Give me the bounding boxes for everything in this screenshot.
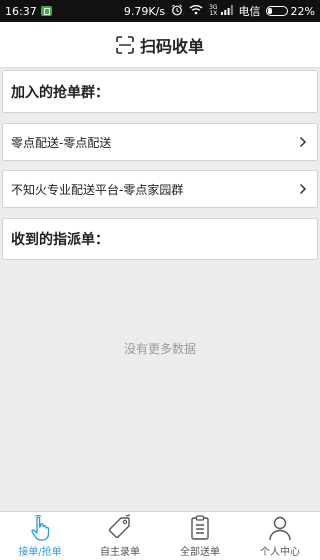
battery-icon (265, 6, 288, 16)
group-label: 不知火专业配送平台-零点家园群 (11, 182, 184, 197)
chevron-right-icon (299, 136, 307, 148)
network-type: 3G 1X (209, 4, 218, 17)
clipboard-icon (191, 515, 209, 540)
tap-hand-icon (31, 514, 50, 541)
section-title: 收到的指派单： (11, 232, 109, 248)
assigned-orders-header: 收到的指派单： (2, 218, 318, 260)
group-item[interactable]: 不知火专业配送平台-零点家园群 (2, 170, 318, 208)
tab-label: 个人中心 (260, 547, 300, 558)
network-speed: 9.79K/s (123, 4, 166, 18)
bottom-tab-bar: 接单/抢单 自主录单 全部送单 个人中心 (0, 511, 320, 560)
person-icon (269, 516, 291, 541)
wifi-icon (189, 4, 203, 18)
joined-groups-header: 加入的抢单群： (2, 70, 318, 113)
group-label: 零点配送-零点配送 (11, 135, 112, 150)
status-bar: 16:37 9.79K/s 3G 1X 电信 22% (0, 0, 320, 22)
alarm-icon (171, 4, 183, 19)
tab-manual-entry[interactable]: 自主录单 (80, 512, 160, 560)
notification-icon (40, 6, 52, 16)
tab-all-deliveries[interactable]: 全部送单 (160, 512, 240, 560)
battery-level (267, 8, 272, 14)
scan-icon[interactable] (116, 35, 134, 54)
tab-label: 全部送单 (180, 547, 220, 558)
battery-percent: 22% (290, 4, 315, 18)
chevron-right-icon (299, 183, 307, 195)
section-title: 加入的抢单群： (11, 84, 109, 101)
status-time: 16:37 (5, 4, 37, 18)
empty-state-text: 没有更多数据 (123, 342, 196, 356)
page-title: 扫码收单 (139, 36, 204, 56)
tab-accept-orders[interactable]: 接单/抢单 (0, 512, 80, 560)
tag-icon (108, 514, 131, 539)
tab-profile[interactable]: 个人中心 (240, 512, 320, 560)
carrier-name: 电信 (238, 5, 261, 18)
signal-icon (220, 4, 233, 18)
header: 扫码收单 (0, 22, 320, 68)
tab-label: 自主录单 (100, 547, 140, 558)
group-item[interactable]: 零点配送-零点配送 (2, 123, 318, 161)
tab-label: 接单/抢单 (18, 547, 62, 558)
